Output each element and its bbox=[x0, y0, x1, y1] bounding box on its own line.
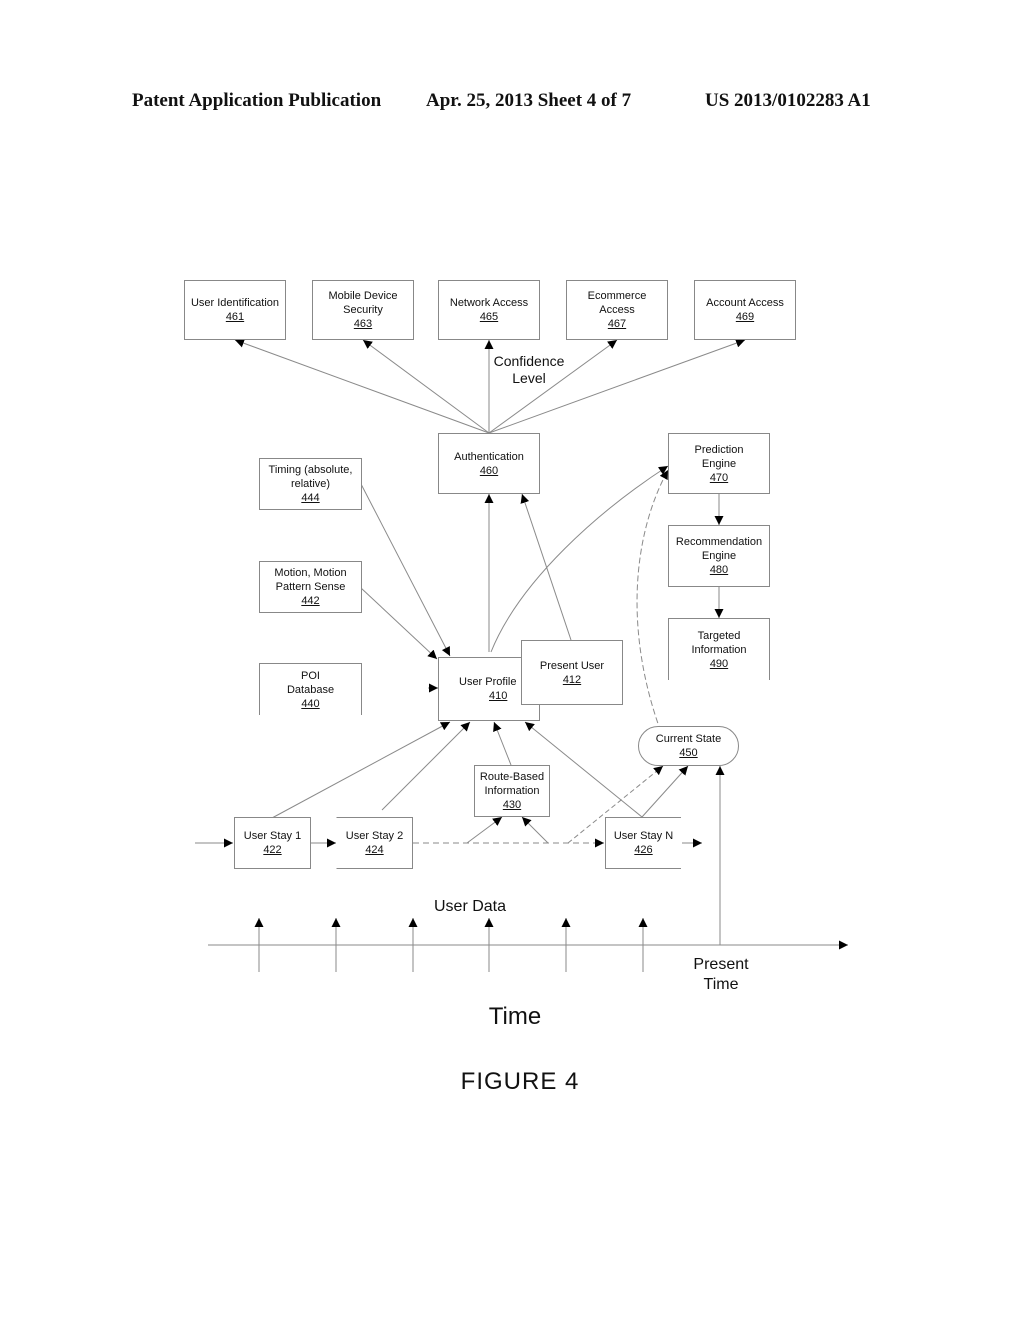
box-ecommerce-access: Ecommerce Access 467 bbox=[566, 280, 668, 340]
arrow-motion-to-profile bbox=[360, 587, 438, 660]
box-label: User Stay N bbox=[613, 830, 674, 842]
box-current-state: Current State 450 bbox=[638, 726, 739, 766]
box-ref-number: 465 bbox=[479, 311, 499, 323]
box-ref-number: 450 bbox=[679, 747, 698, 759]
box-ref-number: 444 bbox=[301, 492, 320, 504]
box-label: Prediction Engine bbox=[694, 443, 744, 470]
box-ref-number: 440 bbox=[301, 697, 320, 710]
arrow-stay1-to-profile bbox=[271, 721, 451, 819]
box-label: Ecommerce Access bbox=[587, 290, 647, 316]
box-label: Route-Based Information bbox=[479, 771, 545, 797]
box-user-identification: User Identification 461 bbox=[184, 280, 286, 340]
present-time-label: Present Time bbox=[693, 956, 749, 993]
box-ref-number: 461 bbox=[225, 311, 245, 323]
box-label: Timing (absolute, relative) bbox=[268, 464, 353, 490]
confidence-level-label: Confidence Level bbox=[493, 353, 565, 386]
box-label: Recommendation Engine bbox=[675, 536, 763, 562]
box-label: User Identification bbox=[190, 297, 280, 309]
box-label: User Stay 2 bbox=[345, 830, 404, 842]
box-recommendation-engine: Recommendation Engine 480 bbox=[668, 525, 770, 587]
arrow-timeline-to-route-1 bbox=[466, 816, 503, 844]
box-ref-number: 426 bbox=[634, 844, 653, 856]
box-user-stay-2: User Stay 2 424 bbox=[336, 817, 413, 869]
box-label: Present User bbox=[539, 659, 605, 672]
arrow-stayN-to-current-state bbox=[641, 765, 689, 818]
box-user-stay-1: User Stay 1 422 bbox=[234, 817, 311, 869]
box-ref-number: 480 bbox=[709, 564, 729, 576]
box-route-based-information: Route-Based Information 430 bbox=[474, 765, 550, 817]
box-ref-number: 460 bbox=[479, 464, 499, 477]
box-label: POI Database bbox=[286, 669, 335, 696]
box-label: User Stay 1 bbox=[243, 830, 302, 842]
box-ref-number: 467 bbox=[607, 318, 627, 330]
box-ref-number: 463 bbox=[353, 318, 373, 330]
box-mobile-device-security: Mobile Device Security 463 bbox=[312, 280, 414, 340]
box-label: Current State bbox=[655, 733, 722, 745]
time-axis-label: Time bbox=[488, 1003, 542, 1030]
arrow-current-state-to-prediction bbox=[636, 469, 669, 741]
box-label: Mobile Device Security bbox=[328, 290, 398, 316]
box-ref-number: 442 bbox=[301, 595, 320, 607]
arrow-present-user-to-auth bbox=[520, 493, 572, 641]
box-label: Account Access bbox=[706, 297, 784, 309]
box-motion-pattern-sense: Motion, Motion Pattern Sense 442 bbox=[259, 561, 362, 613]
box-targeted-information: Targeted Information 490 bbox=[668, 618, 770, 680]
box-label: Motion, Motion Pattern Sense bbox=[274, 567, 347, 593]
box-ref-number: 470 bbox=[709, 471, 729, 484]
box-user-stay-n: User Stay N 426 bbox=[605, 817, 681, 869]
box-label: Targeted Information bbox=[691, 629, 747, 656]
box-ref-number: 422 bbox=[263, 844, 282, 856]
box-ref-number: 424 bbox=[365, 844, 384, 856]
box-label: Network Access bbox=[449, 297, 529, 309]
arrow-route-to-profile bbox=[493, 721, 512, 766]
box-network-access: Network Access 465 bbox=[438, 280, 540, 340]
figure-caption: FIGURE 4 bbox=[460, 1068, 580, 1095]
box-timing: Timing (absolute, relative) 444 bbox=[259, 458, 362, 510]
box-present-user: Present User 412 bbox=[521, 640, 623, 705]
box-ref-number: 490 bbox=[709, 657, 729, 670]
arrow-timeline-to-route-2 bbox=[521, 816, 549, 844]
box-ref-number: 430 bbox=[502, 799, 522, 811]
box-account-access: Account Access 469 bbox=[694, 280, 796, 340]
box-ref-number: 410 bbox=[489, 690, 508, 702]
box-ref-number: 412 bbox=[562, 673, 582, 686]
box-authentication: Authentication 460 bbox=[438, 433, 540, 494]
arrow-auth-to-463 bbox=[362, 339, 490, 434]
box-label: Authentication bbox=[454, 450, 524, 463]
arrow-auth-to-461 bbox=[234, 338, 490, 434]
box-label: User Profile bbox=[459, 676, 517, 688]
box-poi-database: POI Database 440 bbox=[259, 663, 362, 715]
box-prediction-engine: Prediction Engine 470 bbox=[668, 433, 770, 494]
box-ref-number: 469 bbox=[735, 311, 755, 323]
user-data-label: User Data bbox=[433, 898, 507, 915]
